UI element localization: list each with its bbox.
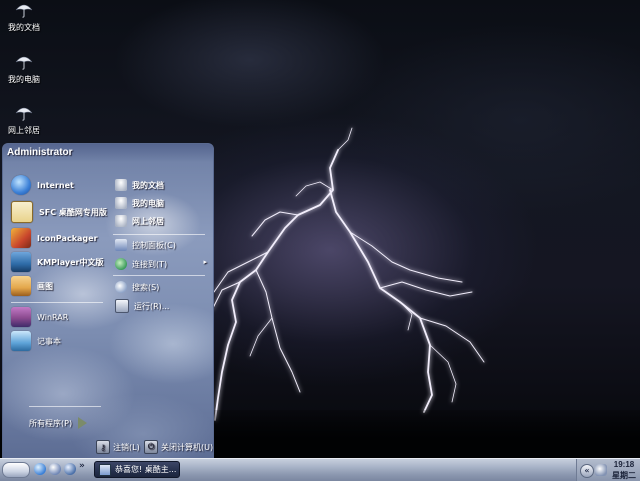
tray-app-icon[interactable] [595, 464, 607, 476]
taskbar: » 恭喜您! 桌酷主... « 19:18 星期二 [0, 458, 640, 481]
place-connect-to[interactable]: 连接到(T) ▸ [115, 256, 207, 272]
place-label: 控制面板(C) [132, 240, 176, 250]
show-hidden-icons-button[interactable]: « [580, 464, 594, 478]
place-my-computer[interactable]: 我的电脑 [115, 195, 164, 211]
arrow-right-icon [78, 417, 88, 429]
program-label: KMPlayer中文版 [37, 257, 104, 267]
separator [113, 275, 205, 276]
program-kmplayer[interactable]: KMPlayer中文版 [11, 251, 104, 273]
taskbar-window-label: 恭喜您! 桌酷主... [115, 465, 177, 474]
ie-globe-icon [11, 175, 31, 195]
umbrella-icon [15, 56, 33, 70]
program-winrar[interactable]: WinRAR [11, 306, 68, 328]
program-label: 记事本 [37, 336, 61, 346]
run-icon [115, 299, 129, 313]
start-menu-user-name: Administrator [3, 144, 213, 162]
desktop-icon-network-places[interactable]: 网上邻居 [0, 105, 52, 136]
desktop-icon-my-documents[interactable]: 我的文档 [0, 2, 52, 33]
desktop-icon-label: 我的电脑 [8, 75, 40, 84]
program-label: 画图 [37, 281, 53, 291]
clock-time[interactable]: 19:18 [609, 460, 639, 469]
separator [11, 302, 103, 303]
show-desktop-icon[interactable] [49, 463, 61, 475]
clock-day[interactable]: 星期二 [609, 470, 639, 481]
place-run[interactable]: 运行(R)... [115, 298, 169, 314]
all-programs-button[interactable]: 所有程序(P) [29, 417, 88, 429]
separator [113, 234, 205, 235]
control-panel-icon [115, 239, 127, 251]
search-icon [115, 281, 127, 293]
desktop-icon-label: 网上邻居 [8, 126, 40, 135]
notepad-icon [11, 331, 31, 351]
submenu-arrow-icon: ▸ [203, 258, 207, 266]
umbrella-icon [115, 215, 127, 227]
sfc-app-icon [11, 201, 33, 223]
place-control-panel[interactable]: 控制面板(C) [115, 237, 176, 253]
place-label: 我的文档 [132, 180, 164, 190]
place-label: 运行(R)... [134, 301, 170, 311]
winrar-icon [11, 307, 31, 327]
program-label: WinRAR [37, 312, 69, 322]
media-player-icon[interactable] [64, 463, 76, 475]
quick-launch-chevron[interactable]: » [79, 461, 85, 471]
iconpackager-icon [11, 228, 31, 248]
program-label: Internet [37, 180, 74, 190]
taskbar-window-button[interactable]: 恭喜您! 桌酷主... [94, 461, 180, 478]
start-menu: Administrator Internet SFC 桌酷网专用版 IconPa… [2, 143, 214, 459]
program-notepad[interactable]: 记事本 [11, 330, 61, 352]
place-network[interactable]: 网上邻居 [115, 213, 164, 229]
logoff-label: 注销(L) [113, 442, 140, 452]
shutdown-label: 关闭计算机(U) [161, 442, 214, 452]
place-label: 我的电脑 [132, 198, 164, 208]
kmplayer-icon [11, 252, 31, 272]
umbrella-icon [15, 4, 33, 18]
place-label: 网上邻居 [132, 216, 164, 226]
desktop-icon-my-computer[interactable]: 我的电脑 [0, 54, 52, 85]
place-my-documents[interactable]: 我的文档 [115, 177, 164, 193]
system-tray: « 19:18 星期二 [576, 459, 640, 481]
key-icon: ⚷ [96, 440, 110, 454]
power-icon: ⏻ [144, 440, 158, 454]
program-sfc[interactable]: SFC 桌酷网专用版 [11, 201, 107, 223]
connect-to-icon [115, 258, 127, 270]
shutdown-button[interactable]: ⏻ 关闭计算机(U) [144, 439, 213, 455]
logoff-button[interactable]: ⚷ 注销(L) [96, 439, 140, 455]
paint-icon [11, 276, 31, 296]
place-search[interactable]: 搜索(S) [115, 279, 159, 295]
program-internet[interactable]: Internet [11, 174, 74, 196]
window-icon [99, 463, 111, 476]
ie-globe-icon[interactable] [34, 463, 46, 475]
place-label: 搜索(S) [132, 282, 160, 292]
separator [29, 406, 101, 407]
program-paint[interactable]: 画图 [11, 275, 53, 297]
all-programs-label: 所有程序(P) [29, 418, 73, 428]
place-label: 连接到(T) [132, 259, 168, 269]
program-label: SFC 桌酷网专用版 [39, 207, 107, 217]
umbrella-icon [115, 197, 127, 209]
program-label: IconPackager [37, 233, 98, 243]
umbrella-icon [15, 107, 33, 121]
desktop-icon-label: 我的文档 [8, 23, 40, 32]
start-button[interactable] [2, 462, 30, 478]
umbrella-icon [115, 179, 127, 191]
program-iconpackager[interactable]: IconPackager [11, 227, 98, 249]
